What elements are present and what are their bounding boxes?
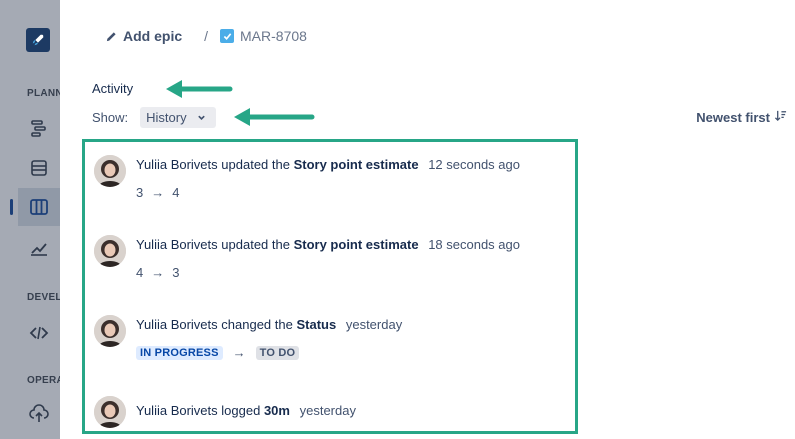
annotation-arrow-show <box>234 108 315 126</box>
section-operations: OPERATIONS <box>27 375 60 386</box>
entry-field: 30m <box>263 403 290 418</box>
issue-main-panel: Add epic / MAR-8708 Activity Show: Histo… <box>60 0 795 439</box>
entry-time: yesterday <box>299 403 356 418</box>
sort-descending-icon <box>774 109 787 125</box>
breadcrumb: Add epic / MAR-8708 <box>106 27 307 45</box>
entry-change: 4 → 3 <box>136 265 179 280</box>
issue-key-link[interactable]: MAR-8708 <box>220 28 307 44</box>
issue-key-label: MAR-8708 <box>240 28 307 44</box>
sort-order-label: Newest first <box>696 109 770 125</box>
entry-field: Status <box>296 317 337 332</box>
entry-change: 3 → 4 <box>136 185 179 200</box>
chevron-down-icon <box>197 110 206 125</box>
entry-change: IN PROGRESS → TO DO <box>136 345 300 360</box>
annotation-arrow-activity <box>166 80 233 98</box>
annotation-highlight-box <box>82 139 578 434</box>
change-to: 3 <box>172 265 180 280</box>
change-arrow: → <box>151 265 165 280</box>
sidebar: PLANNING DEVELOPMENT OPERATIONS <box>0 0 60 439</box>
change-from: 4 <box>136 265 144 280</box>
board-icon[interactable] <box>28 196 50 218</box>
backlog-icon[interactable] <box>28 157 50 179</box>
avatar <box>94 315 126 347</box>
entry-user[interactable]: Yuliia Borivets <box>136 237 218 252</box>
avatar <box>94 235 126 267</box>
active-nav-indicator <box>10 199 13 215</box>
task-checkbox-icon <box>220 29 235 43</box>
change-arrow: → <box>232 345 246 360</box>
entry-time: 18 seconds ago <box>428 237 520 252</box>
entry-verb: logged <box>221 403 261 418</box>
entry-user[interactable]: Yuliia Borivets <box>136 317 218 332</box>
entry-verb: updated the <box>221 157 290 172</box>
entry-time: 12 seconds ago <box>428 157 520 172</box>
status-lozenge-todo: TO DO <box>255 345 300 360</box>
entry-user[interactable]: Yuliia Borivets <box>136 157 218 172</box>
breadcrumb-separator: / <box>204 28 209 44</box>
change-from: 3 <box>136 185 144 200</box>
add-epic-link[interactable]: Add epic <box>106 28 182 44</box>
entry-verb: updated the <box>221 237 290 252</box>
avatar <box>94 396 126 428</box>
show-select-value: History <box>146 109 187 125</box>
entry-user[interactable]: Yuliia Borivets <box>136 403 218 418</box>
activity-heading: Activity <box>92 81 134 96</box>
entry-field: Story point estimate <box>293 157 419 172</box>
entry-verb: changed the <box>221 317 293 332</box>
section-development: DEVELOPMENT <box>27 292 60 303</box>
entry-field: Story point estimate <box>293 237 419 252</box>
reports-icon[interactable] <box>28 237 50 259</box>
timeline-icon[interactable] <box>28 117 50 139</box>
show-filter-row: Show: History <box>92 106 216 128</box>
sort-order-button[interactable]: Newest first <box>696 109 787 125</box>
pencil-icon <box>106 31 116 41</box>
deployments-icon[interactable] <box>28 403 50 425</box>
rocket-icon[interactable] <box>26 28 50 52</box>
avatar <box>94 155 126 187</box>
status-lozenge-in-progress: IN PROGRESS <box>136 345 223 360</box>
change-arrow: → <box>151 185 165 200</box>
show-select-dropdown[interactable]: History <box>140 106 216 128</box>
code-icon[interactable] <box>28 322 50 344</box>
entry-time: yesterday <box>345 317 403 332</box>
show-label: Show: <box>92 109 129 125</box>
section-planning: PLANNING <box>27 88 60 99</box>
add-epic-label: Add epic <box>123 28 183 44</box>
change-to: 4 <box>172 185 180 200</box>
